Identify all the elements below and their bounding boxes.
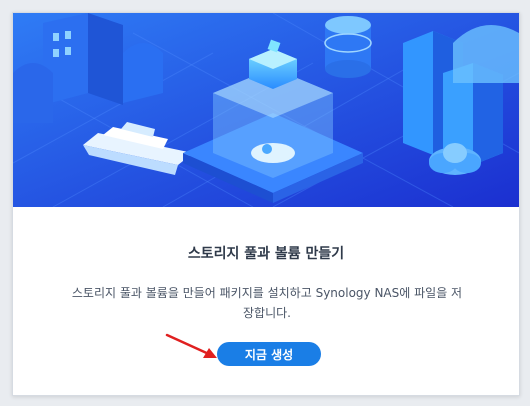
- dialog-description: 스토리지 풀과 볼륨을 만들어 패키지를 설치하고 Synology NAS에 …: [71, 286, 463, 320]
- storage-illustration: [13, 13, 519, 207]
- dialog-title: 스토리지 풀과 볼륨 만들기: [187, 246, 345, 262]
- red-arrow-annotation: [165, 333, 217, 358]
- dialog-body: 스토리지 풀과 볼륨 만들기 스토리지 풀과 볼륨을 만들어 패키지를 설치하고…: [13, 207, 519, 395]
- create-now-button[interactable]: 지금 생성: [217, 342, 321, 366]
- building-right: [403, 25, 519, 165]
- database-stack: [324, 16, 372, 78]
- storage-setup-card: 스토리지 풀과 볼륨 만들기 스토리지 풀과 볼륨을 만들어 패키지를 설치하고…: [12, 12, 520, 396]
